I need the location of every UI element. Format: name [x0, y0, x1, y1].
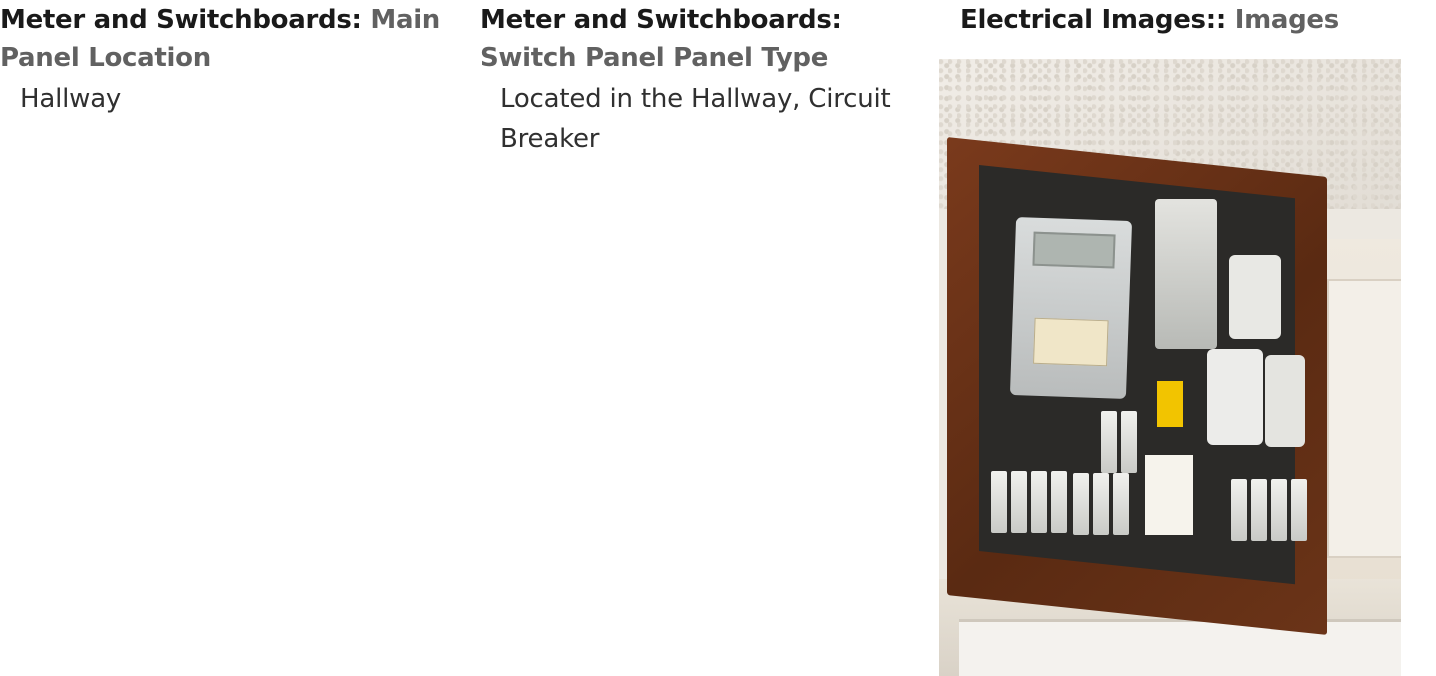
cupboard	[959, 619, 1401, 676]
electric-meter	[1009, 217, 1133, 399]
circuit-breaker	[1011, 471, 1027, 533]
meter-label	[1033, 317, 1109, 367]
field-electrical-images: Electrical Images:: Images	[960, 0, 1436, 39]
switchboard-photo[interactable]	[939, 59, 1401, 676]
rcd-unit	[1207, 349, 1263, 445]
isolator-switch	[1155, 199, 1217, 349]
field-label: Images	[1234, 5, 1340, 35]
circuit-breaker	[1113, 473, 1129, 535]
circuit-breaker	[1251, 479, 1267, 541]
rcd-unit	[1265, 355, 1305, 447]
rcd-unit	[1229, 255, 1281, 339]
circuit-breaker	[1231, 479, 1247, 541]
circuit-breaker	[1101, 411, 1117, 473]
circuit-breaker	[1031, 471, 1047, 533]
circuit-breaker	[1291, 479, 1307, 541]
field-value: Hallway	[20, 84, 122, 114]
circuit-breaker	[1093, 473, 1109, 535]
field-heading: Electrical Images:: Images	[960, 0, 1436, 39]
field-label: Switch Panel Panel Type	[480, 43, 829, 73]
circuit-breaker	[1073, 473, 1089, 535]
section-label: Meter and Switchboards:	[0, 5, 362, 35]
field-value: Located in the Hallway, Circuit Breaker	[500, 84, 891, 154]
section-label: Meter and Switchboards:	[480, 5, 842, 35]
field-switch-panel-type: Meter and Switchboards: Switch Panel Pan…	[480, 0, 940, 159]
meter-display	[1032, 231, 1116, 269]
circuit-breaker	[1121, 411, 1137, 473]
warning-sign	[1157, 381, 1183, 427]
notice-card	[1145, 455, 1193, 535]
field-heading: Meter and Switchboards: Switch Panel Pan…	[480, 0, 940, 77]
field-heading: Meter and Switchboards: Main Panel Locat…	[0, 0, 460, 77]
cupboard-door	[1327, 279, 1401, 558]
circuit-breaker	[991, 471, 1007, 533]
field-main-panel-location: Meter and Switchboards: Main Panel Locat…	[0, 0, 460, 119]
circuit-breaker	[1051, 471, 1067, 533]
circuit-breaker	[1271, 479, 1287, 541]
section-label: Electrical Images::	[960, 5, 1226, 35]
